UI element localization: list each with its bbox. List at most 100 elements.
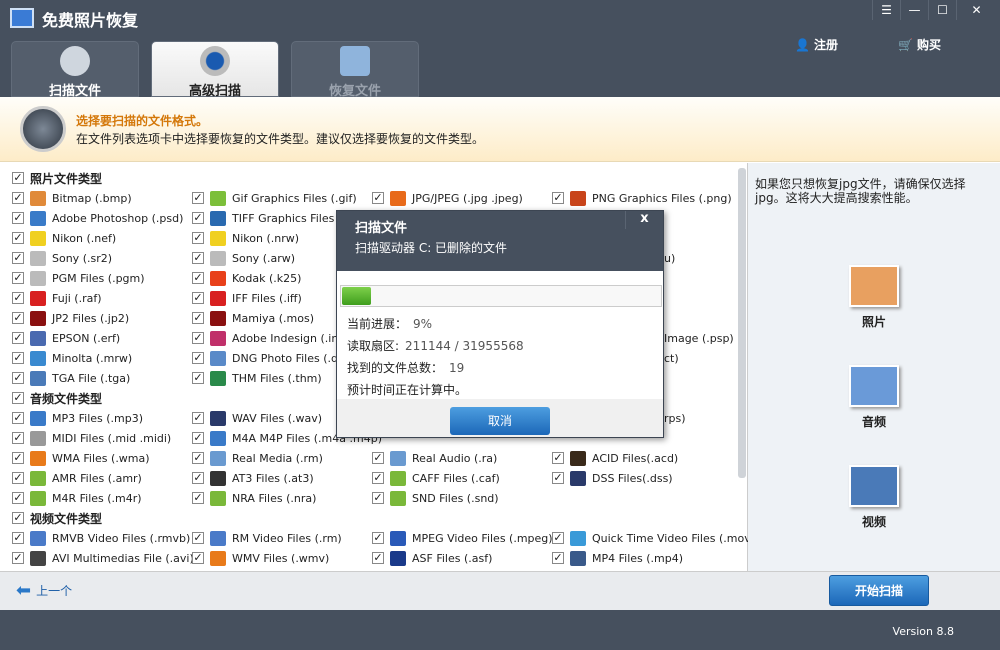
checkbox[interactable]: ✓: [192, 492, 204, 504]
file-type-item[interactable]: ✓ Fuji (.raf): [12, 289, 102, 307]
minimize-button[interactable]: —: [900, 0, 928, 20]
checkbox[interactable]: ✓: [12, 272, 24, 284]
checkbox[interactable]: ✓: [192, 532, 204, 544]
checkbox[interactable]: ✓: [372, 492, 384, 504]
file-type-item[interactable]: ✓ AMR Files (.amr): [12, 469, 142, 487]
checkbox[interactable]: ✓: [12, 532, 24, 544]
maximize-button[interactable]: ☐: [928, 0, 956, 20]
checkbox[interactable]: ✓: [12, 312, 24, 324]
checkbox[interactable]: ✓: [192, 312, 204, 324]
file-type-item[interactable]: ✓ WMV Files (.wmv): [192, 549, 329, 567]
file-type-item[interactable]: ✓ AVI Multimedias File (.avi): [12, 549, 194, 567]
file-type-item[interactable]: ✓ THM Files (.thm): [192, 369, 322, 387]
file-type-item[interactable]: ✓ MP4 Files (.mp4): [552, 549, 683, 567]
register-button[interactable]: 👤 注册: [795, 36, 838, 53]
checkbox[interactable]: ✓: [192, 332, 204, 344]
file-type-item[interactable]: ✓ RM Video Files (.rm): [192, 529, 342, 547]
checkbox[interactable]: ✓: [192, 432, 204, 444]
cancel-button[interactable]: 取消: [450, 407, 550, 435]
checkbox[interactable]: ✓: [192, 472, 204, 484]
file-type-item[interactable]: ✓ MIDI Files (.mid .midi): [12, 429, 171, 447]
file-type-item[interactable]: ✓ DSS Files(.dss): [552, 469, 673, 487]
checkbox[interactable]: ✓: [12, 232, 24, 244]
checkbox[interactable]: ✓: [192, 552, 204, 564]
file-type-item[interactable]: ✓ Sony (.sr2): [12, 249, 112, 267]
buy-button[interactable]: 🛒 购买: [898, 36, 941, 53]
checkbox[interactable]: ✓: [372, 452, 384, 464]
file-type-item[interactable]: ✓ EPSON (.erf): [12, 329, 120, 347]
checkbox[interactable]: ✓: [192, 192, 204, 204]
checkbox[interactable]: ✓: [372, 532, 384, 544]
file-type-item[interactable]: ✓ TIFF Graphics Files (.t: [192, 209, 350, 227]
file-type-item[interactable]: ✓ CAFF Files (.caf): [372, 469, 500, 487]
file-type-item[interactable]: ✓ Kodak (.k25): [192, 269, 301, 287]
file-type-item[interactable]: ✓ JPG/JPEG (.jpg .jpeg): [372, 189, 523, 207]
file-type-item[interactable]: ✓ JP2 Files (.jp2): [12, 309, 129, 327]
checkbox[interactable]: ✓: [552, 192, 564, 204]
file-type-item[interactable]: ✓ Sony (.arw): [192, 249, 295, 267]
file-type-item[interactable]: ✓ SND Files (.snd): [372, 489, 499, 507]
file-type-item[interactable]: ✓ Gif Graphics Files (.gif): [192, 189, 357, 207]
checkbox[interactable]: ✓: [372, 192, 384, 204]
file-type-item[interactable]: ✓ AT3 Files (.at3): [192, 469, 314, 487]
file-type-item[interactable]: ✓ Nikon (.nrw): [192, 229, 299, 247]
section-header[interactable]: ✓ 视频文件类型: [12, 509, 102, 527]
category-photo[interactable]: 照片: [846, 265, 902, 330]
file-type-item[interactable]: ✓ Quick Time Video Files (.mov): [552, 529, 755, 547]
checkbox[interactable]: ✓: [12, 392, 24, 404]
checkbox[interactable]: ✓: [192, 292, 204, 304]
checkbox[interactable]: ✓: [192, 272, 204, 284]
checkbox[interactable]: ✓: [12, 192, 24, 204]
checkbox[interactable]: ✓: [552, 472, 564, 484]
checkbox[interactable]: ✓: [372, 472, 384, 484]
file-type-item[interactable]: ✓ PGM Files (.pgm): [12, 269, 145, 287]
file-type-item[interactable]: ✓ DNG Photo Files (.dng: [192, 349, 352, 367]
checkbox[interactable]: ✓: [552, 532, 564, 544]
checkbox[interactable]: ✓: [12, 452, 24, 464]
checkbox[interactable]: ✓: [192, 372, 204, 384]
checkbox[interactable]: ✓: [12, 492, 24, 504]
checkbox[interactable]: ✓: [12, 412, 24, 424]
back-button[interactable]: ⬅ 上一个: [16, 580, 72, 601]
file-type-item[interactable]: ✓ RMVB Video Files (.rmvb): [12, 529, 190, 547]
file-type-item[interactable]: ✓ Mamiya (.mos): [192, 309, 314, 327]
checkbox[interactable]: ✓: [372, 552, 384, 564]
file-type-item[interactable]: ✓ WAV Files (.wav): [192, 409, 322, 427]
category-audio[interactable]: 音频: [846, 365, 902, 430]
file-type-item[interactable]: ✓ ACID Files(.acd): [552, 449, 678, 467]
file-type-item[interactable]: ✓ ASF Files (.asf): [372, 549, 492, 567]
checkbox[interactable]: ✓: [12, 372, 24, 384]
checkbox[interactable]: ✓: [12, 472, 24, 484]
checkbox[interactable]: ✓: [12, 512, 24, 524]
file-type-item[interactable]: ✓ PNG Graphics Files (.png): [552, 189, 732, 207]
start-scan-button[interactable]: 开始扫描: [829, 575, 929, 606]
checkbox[interactable]: ✓: [12, 432, 24, 444]
file-type-item[interactable]: ✓ Real Audio (.ra): [372, 449, 497, 467]
category-video[interactable]: 视频: [846, 465, 902, 530]
section-header[interactable]: ✓ 照片文件类型: [12, 169, 102, 187]
file-type-item[interactable]: ✓ MPEG Video Files (.mpeg): [372, 529, 553, 547]
file-type-item[interactable]: ✓ WMA Files (.wma): [12, 449, 150, 467]
checkbox[interactable]: ✓: [552, 552, 564, 564]
checkbox[interactable]: ✓: [192, 232, 204, 244]
tab-scan-files[interactable]: 扫描文件: [11, 41, 139, 99]
menu-button[interactable]: ☰: [872, 0, 900, 20]
file-type-item[interactable]: ✓ TGA File (.tga): [12, 369, 130, 387]
checkbox[interactable]: ✓: [192, 412, 204, 424]
close-button[interactable]: ✕: [956, 0, 996, 20]
checkbox[interactable]: ✓: [192, 212, 204, 224]
checkbox[interactable]: ✓: [12, 212, 24, 224]
checkbox[interactable]: ✓: [192, 352, 204, 364]
file-type-item[interactable]: ✓ MP3 Files (.mp3): [12, 409, 143, 427]
checkbox[interactable]: ✓: [192, 252, 204, 264]
file-type-item[interactable]: ✓ Bitmap (.bmp): [12, 189, 132, 207]
checkbox[interactable]: ✓: [552, 452, 564, 464]
checkbox[interactable]: ✓: [12, 172, 24, 184]
file-type-item[interactable]: ✓ Adobe Photoshop (.psd): [12, 209, 183, 227]
file-type-item[interactable]: ✓ M4R Files (.m4r): [12, 489, 142, 507]
checkbox[interactable]: ✓: [12, 332, 24, 344]
file-type-item[interactable]: ✓ Minolta (.mrw): [12, 349, 132, 367]
file-type-item[interactable]: ✓ Nikon (.nef): [12, 229, 116, 247]
checkbox[interactable]: ✓: [12, 292, 24, 304]
checkbox[interactable]: ✓: [12, 352, 24, 364]
